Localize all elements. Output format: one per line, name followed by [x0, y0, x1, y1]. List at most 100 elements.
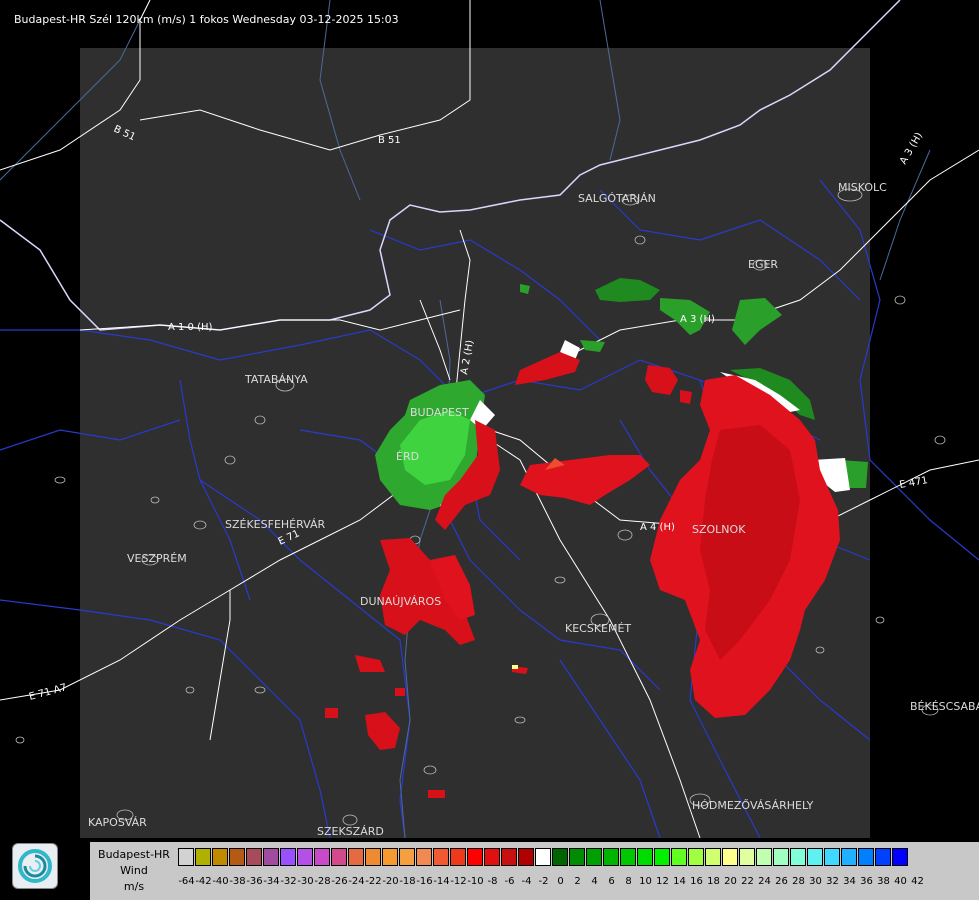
legend-tick-label: -42: [195, 876, 212, 887]
legend-swatch: [263, 848, 279, 866]
legend-swatch: [535, 848, 551, 866]
legend-swatch: [314, 848, 330, 866]
legend-swatch: [416, 848, 432, 866]
map-title: Budapest-HR Szél 120km (m/s) 1 fokos Wed…: [14, 13, 399, 26]
legend-swatch: [688, 848, 704, 866]
legend-tick-label: -14: [433, 876, 450, 887]
legend-tick-label: -36: [246, 876, 263, 887]
legend-swatch: [773, 848, 789, 866]
legend-tick-label: 30: [809, 876, 822, 887]
legend-tick-label: -34: [263, 876, 280, 887]
city-label: KECSKEMÉT: [565, 622, 631, 635]
legend-swatch: [382, 848, 398, 866]
city-label: TATABÁNYA: [244, 373, 308, 386]
legend-tick-label: -28: [314, 876, 331, 887]
legend-tick-label: -8: [487, 876, 498, 887]
legend-tick-label: 28: [792, 876, 805, 887]
road-label: A 3 (H): [680, 314, 715, 325]
legend-tick-label: 32: [826, 876, 839, 887]
legend-swatch: [280, 848, 296, 866]
legend-swatch: [620, 848, 636, 866]
legend-tick-label: 24: [758, 876, 771, 887]
legend-tick-label: 18: [707, 876, 720, 887]
legend-tick-label: 4: [591, 876, 598, 887]
legend-tick-label: 14: [673, 876, 686, 887]
legend-swatch: [501, 848, 517, 866]
city-label: SZÉKESFEHÉRVÁR: [225, 518, 326, 531]
legend-swatch: [399, 848, 415, 866]
legend-tick-label: 16: [690, 876, 703, 887]
legend-swatch: [586, 848, 602, 866]
legend-tick-label: 36: [860, 876, 873, 887]
city-label: HÓDMEZŐVÁSÁRHELY: [692, 798, 814, 812]
legend-swatch: [671, 848, 687, 866]
legend-tick-label: 10: [639, 876, 652, 887]
legend-swatch: [178, 848, 194, 866]
legend-swatch: [654, 848, 670, 866]
legend-tick-label: -16: [416, 876, 433, 887]
city-label: DUNAÚJVÁROS: [360, 595, 441, 608]
legend-swatch: [790, 848, 806, 866]
legend-tick-label: 12: [656, 876, 669, 887]
legend-tick-label: -26: [331, 876, 348, 887]
radar-map[interactable]: B 51 B 51 A 1 0 (H) A 2 (H) A 3 (H) A 3 …: [0, 0, 979, 900]
legend-tick-label: -6: [504, 876, 515, 887]
legend-unit: m/s: [123, 880, 145, 893]
legend-tick-label: 38: [877, 876, 890, 887]
legend-tick-label: 8: [625, 876, 632, 887]
legend-swatch: [229, 848, 245, 866]
city-label: SALGÓTARJÁN: [578, 192, 656, 205]
legend-tick-label: -4: [521, 876, 532, 887]
color-legend: Budapest-HR Wind m/s -64 -42 -40 -38 -36 -34-…: [90, 842, 979, 900]
swirl-logo-icon: [18, 849, 52, 883]
road-label: A 1 0 (H): [168, 322, 213, 333]
city-label: MISKOLC: [838, 181, 887, 194]
legend-tick-label: -30: [297, 876, 314, 887]
legend-swatch: [297, 848, 313, 866]
road-label: A 4 (H): [640, 522, 675, 533]
city-label: EGER: [748, 258, 778, 271]
legend-tick-label: 0: [557, 876, 564, 887]
legend-swatch: [348, 848, 364, 866]
legend-swatch: [212, 848, 228, 866]
city-label: SZEKSZÁRD: [317, 825, 384, 838]
legend-swatch: [739, 848, 755, 866]
legend-tick-label: 26: [775, 876, 788, 887]
legend-swatch: [824, 848, 840, 866]
legend-swatch: [484, 848, 500, 866]
legend-swatch: [331, 848, 347, 866]
legend-tick-label: 20: [724, 876, 737, 887]
legend-tick-label: 22: [741, 876, 754, 887]
legend-swatch: [603, 848, 619, 866]
city-label: ÉRD: [396, 450, 419, 463]
legend-tick-label: -12: [450, 876, 467, 887]
legend-swatch: [433, 848, 449, 866]
legend-swatch: [569, 848, 585, 866]
legend-swatch: [637, 848, 653, 866]
legend-tick-label: -40: [212, 876, 229, 887]
legend-swatch: [892, 848, 908, 866]
legend-swatch: [450, 848, 466, 866]
legend-swatch: [552, 848, 568, 866]
legend-swatch: [246, 848, 262, 866]
legend-swatch: [722, 848, 738, 866]
legend-quantity: Wind: [120, 864, 148, 877]
legend-tick-label: -32: [280, 876, 297, 887]
legend-tick-label: -18: [399, 876, 416, 887]
road-label: B 51: [378, 135, 401, 146]
legend-tick-label: 40: [894, 876, 907, 887]
legend-tick-label: -20: [382, 876, 399, 887]
legend-swatch: [518, 848, 534, 866]
legend-tick-label: -22: [365, 876, 382, 887]
legend-swatch: [858, 848, 874, 866]
legend-tick-label: 34: [843, 876, 856, 887]
legend-swatch: [875, 848, 891, 866]
legend-swatch: [807, 848, 823, 866]
city-label: KAPOSVÁR: [88, 816, 147, 829]
met-service-logo: [12, 843, 58, 889]
legend-swatch: [756, 848, 772, 866]
legend-tick-label: 6: [608, 876, 615, 887]
legend-tick-label: -64: [178, 876, 195, 887]
legend-tick-label: 42: [911, 876, 924, 887]
city-label: BUDAPEST: [410, 406, 469, 419]
